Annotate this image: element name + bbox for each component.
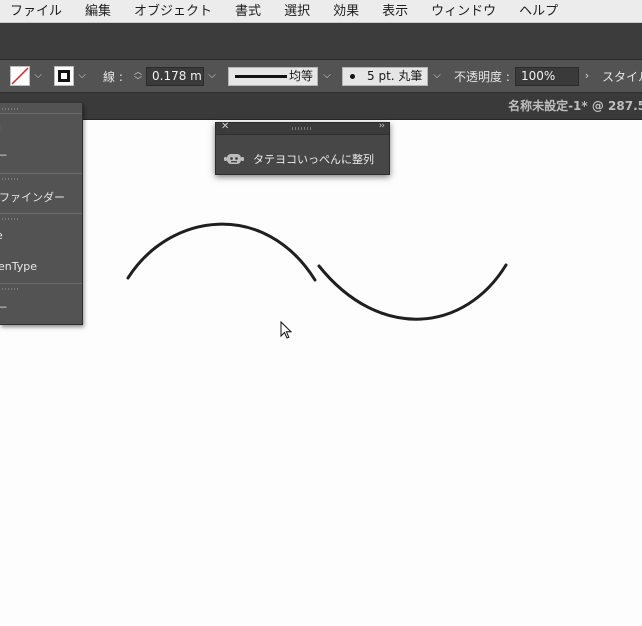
stroke-style-select[interactable]: 均等 [228,67,318,86]
fill-dropdown-icon[interactable]: ⌵ [31,68,45,84]
style-label[interactable]: スタイル [602,60,642,93]
fill-swatch[interactable] [10,66,30,86]
panel-header: ✕ ›› [216,121,389,135]
plugin-action-row[interactable]: タテヨコいっぺんに整列 [216,143,389,175]
control-bar: ⌵ ⌵ 線 : ︿ ﹀ 0.178 m ⌵ 均等 ⌵ 5 pt. 丸筆 ⌵ 不透明… [0,60,642,93]
document-tab-bar: 名称未設定-1* @ 287.5 [0,93,642,120]
brush-select[interactable]: 5 pt. 丸筆 [342,67,428,86]
menu-object[interactable]: オブジェクト [134,0,212,23]
app-title-strip [0,23,642,60]
panel-item-5[interactable]: — [0,299,7,315]
stroke-line-icon [235,75,287,78]
plugin-label: タテヨコいっぺんに整列 [253,153,374,166]
illustrator-window: ファイル 編集 オブジェクト 書式 選択 効果 表示 ウィンドウ ヘルプ ⌵ ⌵… [0,0,642,626]
stroke-square-icon [58,70,70,82]
menu-effect[interactable]: 効果 [333,0,359,23]
panel-item-opentype[interactable]: enType [0,259,37,275]
menu-edit[interactable]: 編集 [85,0,111,23]
stroke-style-label: 均等 [288,69,313,83]
stroke-stepper-icon[interactable]: ︿ ﹀ [131,67,145,87]
stroke-weight-dropdown-icon[interactable]: ⌵ [205,68,219,84]
menu-window[interactable]: ウィンドウ [431,0,496,23]
menu-bar: ファイル 編集 オブジェクト 書式 選択 効果 表示 ウィンドウ ヘルプ [0,0,642,23]
document-tab-title[interactable]: 名称未設定-1* @ 287.5 [508,93,642,120]
panel-item-3[interactable]: e [0,228,3,244]
panel-grip-icon [0,176,82,182]
opacity-arrow-icon[interactable]: › [580,68,594,84]
stroke-weight-input[interactable]: 0.178 m [146,67,204,86]
brush-dot-icon [350,74,355,79]
panel-item-1[interactable]: — [0,147,7,163]
panel-grip-icon[interactable] [292,127,312,130]
cursor-arrow-icon [280,320,293,339]
arc-top-path[interactable] [126,222,317,282]
fill-none-icon [11,67,29,85]
menu-help[interactable]: ヘルプ [519,0,558,23]
arc-bottom-path[interactable] [317,263,508,321]
align-plugin-panel: ✕ ›› タテヨコいっぺんに整列 [215,121,390,175]
opacity-label: 不透明度 : [454,70,510,84]
panel-grip-icon [0,216,82,222]
panel-item-pathfinder[interactable]: まファインダー [0,190,65,206]
panel-grip-icon [0,286,82,292]
menu-select[interactable]: 選択 [284,0,310,23]
collapse-icon[interactable]: ›› [379,121,385,131]
opacity-input[interactable]: 100% [515,67,579,86]
stroke-swatch[interactable] [54,66,74,86]
menu-file[interactable]: ファイル [10,0,62,23]
stroke-label: 線 : [103,70,123,84]
brush-label: 5 pt. 丸筆 [367,69,423,83]
panel-grip-icon [0,106,82,112]
brush-dropdown-icon[interactable]: ⌵ [430,68,444,84]
panel-menu-list: l — まファインダー e enType — [0,103,83,325]
stroke-dropdown-icon[interactable]: ⌵ [75,68,89,84]
artboard-canvas[interactable] [0,120,642,626]
menu-view[interactable]: 表示 [382,0,408,23]
menu-type[interactable]: 書式 [235,0,261,23]
panel-item-0[interactable]: l [0,120,1,136]
close-icon[interactable]: ✕ [221,121,229,132]
stroke-style-dropdown-icon[interactable]: ⌵ [320,68,334,84]
robot-icon [224,154,244,164]
artwork-layer [126,222,508,339]
